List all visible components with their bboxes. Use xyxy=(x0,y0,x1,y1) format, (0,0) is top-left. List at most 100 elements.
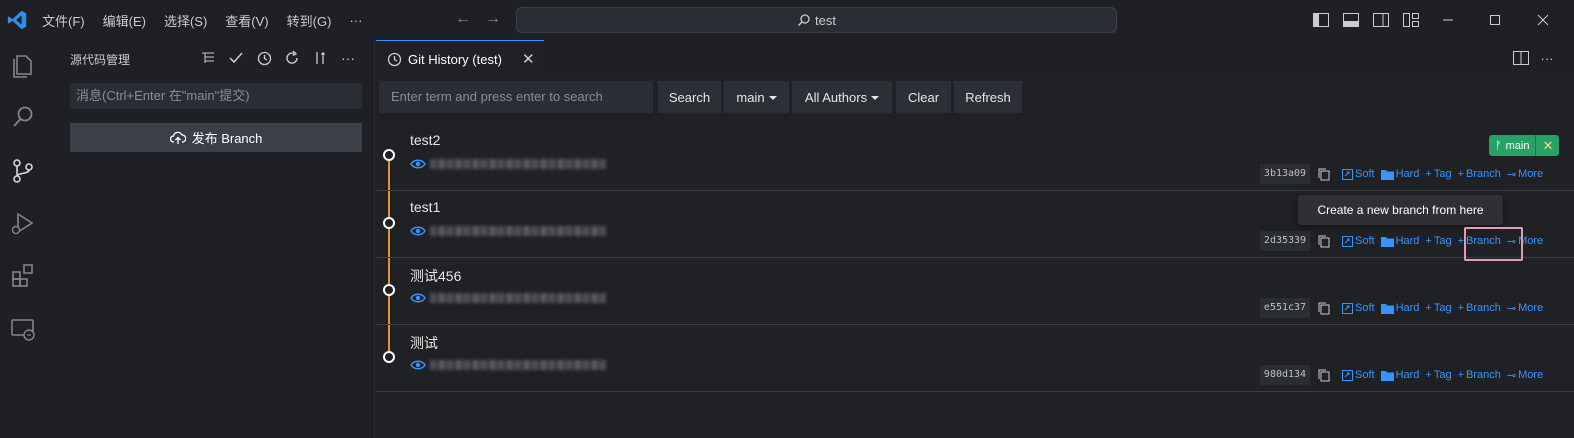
publish-branch-label: 发布 Branch xyxy=(191,131,263,146)
soft-reset-link[interactable]: Soft xyxy=(1342,369,1375,381)
hard-label: Hard xyxy=(1395,168,1420,180)
eye-icon[interactable] xyxy=(410,158,426,170)
copy-icon[interactable] xyxy=(1316,166,1332,182)
commit-author-meta xyxy=(410,158,606,170)
eye-icon[interactable] xyxy=(410,225,426,237)
history-icon[interactable] xyxy=(254,48,274,68)
search-button[interactable]: Search xyxy=(658,81,721,113)
forward-arrow-icon[interactable]: → xyxy=(485,10,501,28)
hard-reset-link[interactable]: Hard xyxy=(1380,168,1420,180)
run-debug-icon[interactable] xyxy=(8,208,38,238)
branch-dropdown[interactable]: main xyxy=(724,81,789,113)
eye-icon[interactable] xyxy=(410,292,426,304)
hard-reset-link[interactable]: Hard xyxy=(1380,369,1419,381)
soft-reset-link[interactable]: Soft xyxy=(1342,235,1375,247)
more-actions-icon[interactable]: ··· xyxy=(338,48,358,68)
back-arrow-icon[interactable]: ← xyxy=(455,10,471,28)
branch-badge-name: main xyxy=(1505,139,1530,152)
branch-badge[interactable]: ᚠ main ✕ xyxy=(1489,135,1560,156)
close-tab-icon[interactable]: ✕ xyxy=(522,50,535,68)
close-window-icon[interactable] xyxy=(1531,8,1555,32)
search-view-icon[interactable] xyxy=(8,102,38,132)
tag-label: Tag xyxy=(1433,168,1452,180)
more-link[interactable]: ⊸ More xyxy=(1507,369,1543,382)
menu-more[interactable]: ··· xyxy=(349,13,362,28)
menu-view[interactable]: 查看(V) xyxy=(225,11,268,30)
clear-button[interactable]: Clear xyxy=(896,81,951,113)
toggle-secondary-sidebar-icon[interactable] xyxy=(1370,10,1392,30)
toggle-primary-sidebar-icon[interactable] xyxy=(1310,10,1332,30)
commit-check-icon[interactable] xyxy=(226,48,246,68)
toggle-panel-icon[interactable] xyxy=(1340,10,1362,30)
maximize-icon[interactable] xyxy=(1483,8,1507,32)
folder-icon xyxy=(1380,236,1394,247)
commit-message-input[interactable]: 消息(Ctrl+Enter 在"main"提交) xyxy=(70,83,362,109)
branch-label: Branch xyxy=(1466,168,1501,180)
tab-git-history[interactable]: Git History (test) ✕ xyxy=(376,40,544,77)
branch-graph-icon[interactable] xyxy=(310,48,330,68)
copy-icon[interactable] xyxy=(1316,367,1332,383)
view-as-tree-icon[interactable] xyxy=(198,48,218,68)
tab-title: Git History (test) xyxy=(408,51,502,67)
soft-reset-icon xyxy=(1342,369,1353,381)
split-editor-icon[interactable] xyxy=(1510,48,1532,68)
search-icon xyxy=(798,14,810,26)
minimize-icon[interactable] xyxy=(1436,8,1460,32)
commit-message[interactable]: test1 xyxy=(410,199,440,215)
eye-icon[interactable] xyxy=(410,359,426,371)
command-center-search[interactable]: test xyxy=(516,7,1117,33)
hard-reset-link[interactable]: Hard xyxy=(1380,302,1419,314)
soft-reset-link[interactable]: Soft xyxy=(1342,302,1375,314)
sidebar-toolbar: ··· xyxy=(198,48,366,68)
commit-row[interactable]: test2 3b13a09 Soft Hard + Tag + Branch ⊸ Mo… xyxy=(376,124,1574,191)
source-control-sidebar: 源代码管理 ··· 消息(Ctrl+Enter 在"main"提交) 发布 Br… xyxy=(48,40,375,438)
refresh-button-label: Refresh xyxy=(965,89,1011,105)
more-label: More xyxy=(1518,369,1544,381)
delete-branch-icon[interactable]: ✕ xyxy=(1535,135,1560,156)
editor-more-icon[interactable]: ··· xyxy=(1536,48,1558,68)
customize-layout-icon[interactable] xyxy=(1400,10,1422,30)
add-tag-link[interactable]: + Tag xyxy=(1425,168,1451,180)
hard-reset-link[interactable]: Hard xyxy=(1380,235,1419,247)
commit-row[interactable]: 测试456 e551c37 Soft Hard + Tag + Branch ⊸ Mo… xyxy=(376,258,1574,325)
add-tag-link[interactable]: + Tag xyxy=(1425,369,1451,381)
add-branch-link[interactable]: + Branch xyxy=(1458,168,1501,180)
add-branch-link[interactable]: + Branch xyxy=(1458,369,1501,381)
authors-dropdown[interactable]: All Authors xyxy=(792,81,892,113)
commit-message[interactable]: test2 xyxy=(410,132,440,148)
menu-file[interactable]: 文件(F) xyxy=(42,11,85,30)
commit-message[interactable]: 测试456 xyxy=(410,266,461,286)
commit-node-icon: ⊸ xyxy=(1506,369,1517,382)
copy-icon[interactable] xyxy=(1316,233,1332,249)
plus-icon: + xyxy=(1425,302,1432,314)
menu-edit[interactable]: 编辑(E) xyxy=(103,11,146,30)
add-branch-link[interactable]: + Branch xyxy=(1458,302,1501,314)
search-button-label: Search xyxy=(668,89,711,105)
menu-go[interactable]: 转到(G) xyxy=(287,11,332,30)
add-tag-link[interactable]: + Tag xyxy=(1425,302,1451,314)
source-control-icon[interactable] xyxy=(8,156,38,186)
copy-icon[interactable] xyxy=(1316,300,1332,316)
chevron-down-icon xyxy=(871,95,880,100)
more-link[interactable]: ⊸ More xyxy=(1507,302,1543,315)
add-tag-link[interactable]: + Tag xyxy=(1425,235,1451,247)
commit-message[interactable]: 测试 xyxy=(410,333,438,353)
extensions-icon[interactable] xyxy=(8,260,38,290)
soft-reset-link[interactable]: Soft xyxy=(1342,168,1375,180)
tag-label: Tag xyxy=(1433,369,1452,381)
refresh-icon[interactable] xyxy=(282,48,302,68)
explorer-icon[interactable] xyxy=(8,50,38,80)
soft-label: Soft xyxy=(1355,235,1375,247)
commit-sha: e551c37 xyxy=(1260,298,1310,318)
publish-branch-button[interactable]: 发布 Branch xyxy=(70,123,362,152)
history-search-input[interactable]: Enter term and press enter to search xyxy=(379,81,653,113)
graph-node xyxy=(383,351,395,363)
refresh-button[interactable]: Refresh xyxy=(954,81,1022,113)
chevron-down-icon xyxy=(768,95,777,100)
branch-dropdown-label: main xyxy=(736,89,765,105)
commit-row[interactable]: 测试 980d134 Soft Hard + Tag + Branch ⊸ More xyxy=(376,325,1574,392)
authors-dropdown-label: All Authors xyxy=(804,89,868,105)
menu-selection[interactable]: 选择(S) xyxy=(164,11,207,30)
remote-explorer-icon[interactable] xyxy=(8,314,38,344)
more-link[interactable]: ⊸ More xyxy=(1507,168,1543,181)
